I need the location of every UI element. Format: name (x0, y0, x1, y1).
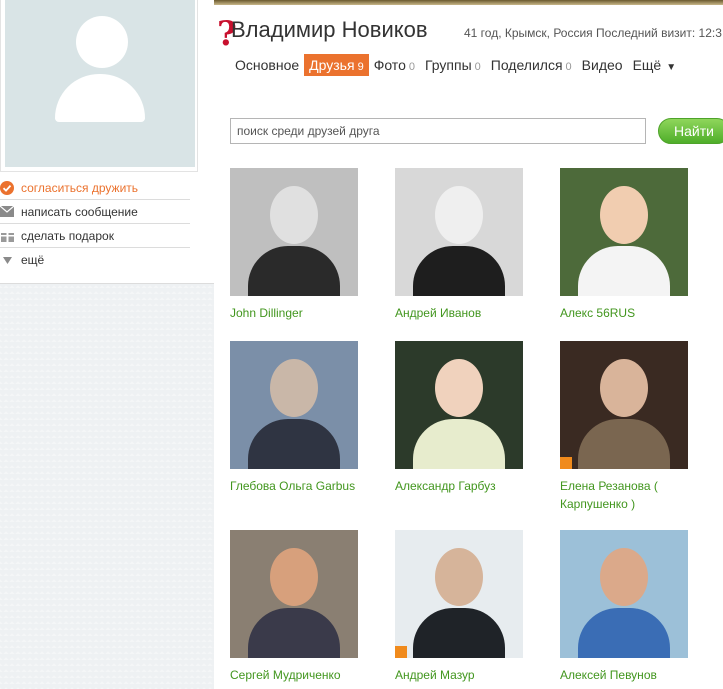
friend-photo[interactable] (230, 530, 358, 658)
tab-groups[interactable]: Группы 0 (420, 54, 486, 76)
tab-label: Видео (581, 57, 623, 73)
profile-actions: согласиться дружить написать сообщение с… (0, 176, 190, 272)
friend-name-link[interactable]: John Dillinger (230, 304, 368, 322)
friend-photo-head (435, 548, 483, 606)
left-column: согласиться дружить написать сообщение с… (0, 0, 214, 689)
friend-name-link[interactable]: Алекс 56RUS (560, 304, 698, 322)
friend-name-link[interactable]: Александр Гарбуз (395, 477, 533, 495)
friend-photo[interactable] (395, 168, 523, 296)
friend-card: Елена Резанова ( Карпушенко ) (560, 341, 710, 513)
friend-card: Глебова Ольга Garbus (230, 341, 380, 495)
action-label: написать сообщение (21, 204, 138, 219)
friend-photo-head (600, 359, 648, 417)
tab-video[interactable]: Видео (577, 54, 628, 76)
envelope-icon (0, 205, 14, 219)
tab-photos[interactable]: Фото 0 (369, 54, 420, 76)
friend-photo-body (578, 419, 670, 469)
send-message-link[interactable]: написать сообщение (0, 200, 190, 224)
tab-label: Друзья (309, 57, 355, 73)
tab-shared[interactable]: Поделился 0 (486, 54, 577, 76)
friend-name-link[interactable]: Алексей Певунов (560, 666, 698, 684)
friend-photo-body (248, 608, 340, 658)
friend-photo-body (413, 419, 505, 469)
tab-friends[interactable]: Друзья 9 (304, 54, 369, 76)
friend-photo-head (270, 186, 318, 244)
avatar-placeholder-body (55, 74, 145, 122)
friend-name-link[interactable]: Глебова Ольга Garbus (230, 477, 368, 495)
friend-card: Андрей Иванов (395, 168, 545, 322)
avatar-frame (0, 0, 198, 172)
profile-meta: 41 год, Крымск, Россия Последний визит: … (464, 26, 722, 40)
tab-label: Группы (424, 57, 472, 73)
action-label: сделать подарок (21, 228, 114, 243)
more-actions-link[interactable]: ещё (0, 248, 190, 272)
friend-card: Сергей Мудриченко (230, 530, 380, 684)
tab-label: Основное (235, 57, 300, 73)
friend-photo[interactable] (560, 530, 688, 658)
friend-photo-head (600, 548, 648, 606)
tab-count: 0 (565, 61, 572, 73)
friend-photo-body (578, 246, 670, 296)
friend-photo-head (600, 186, 648, 244)
tab-label: Ещё (632, 57, 662, 73)
profile-side-panel: согласиться дружить написать сообщение с… (0, 0, 214, 284)
friend-photo[interactable] (560, 341, 688, 469)
friend-photo-body (248, 419, 340, 469)
action-label: ещё (21, 253, 45, 267)
friend-photo[interactable] (560, 168, 688, 296)
friend-photo-head (435, 186, 483, 244)
friend-photo-head (270, 548, 318, 606)
friend-photo-head (435, 359, 483, 417)
tab-label: Фото (373, 57, 406, 73)
friend-photo[interactable] (395, 341, 523, 469)
avatar[interactable] (5, 0, 195, 167)
action-label: согласиться дружить (21, 180, 139, 195)
friend-photo-body (413, 608, 505, 658)
tab-count: 0 (408, 61, 415, 73)
friend-photo-body (413, 246, 505, 296)
tab-label: Поделился (490, 57, 563, 73)
friend-photo-head (270, 359, 318, 417)
triangle-down-icon (0, 253, 14, 267)
avatar-placeholder-head (76, 16, 128, 68)
friend-name-link[interactable]: Елена Резанова ( Карпушенко ) (560, 477, 698, 513)
friend-photo[interactable] (395, 530, 523, 658)
search-button[interactable]: Найти (658, 118, 723, 144)
checkmark-icon (0, 180, 14, 195)
friend-card: Алексей Певунов (560, 530, 710, 684)
chevron-down-icon: ▼ (666, 62, 677, 73)
friend-card: Андрей Мазур (395, 530, 545, 684)
friend-search-input[interactable] (230, 118, 646, 144)
gift-icon (0, 229, 14, 243)
friend-photo-body (578, 608, 670, 658)
friend-photo[interactable] (230, 341, 358, 469)
tab-more[interactable]: Ещё ▼ (628, 54, 682, 76)
friend-photo-body (248, 246, 340, 296)
tab-count: 0 (474, 61, 481, 73)
tab-main[interactable]: Основное (230, 54, 304, 76)
friend-name-link[interactable]: Сергей Мудриченко (230, 666, 368, 684)
friend-card: Александр Гарбуз (395, 341, 545, 495)
friend-card: John Dillinger (230, 168, 380, 322)
profile-name: Владимир Новиков (231, 17, 428, 42)
online-badge-icon (560, 457, 572, 469)
friend-card: Алекс 56RUS (560, 168, 710, 322)
main-content: ? Владимир Новиков 41 год, Крымск, Росси… (214, 5, 723, 689)
accept-friend-link[interactable]: согласиться дружить (0, 176, 190, 200)
online-badge-icon (395, 646, 407, 658)
friend-name-link[interactable]: Андрей Мазур (395, 666, 533, 684)
send-gift-link[interactable]: сделать подарок (0, 224, 190, 248)
profile-tabs: Основное Друзья 9 Фото 0 Группы 0 Поделился… (230, 53, 681, 77)
tab-count: 9 (357, 61, 364, 73)
friend-photo[interactable] (230, 168, 358, 296)
friend-name-link[interactable]: Андрей Иванов (395, 304, 533, 322)
